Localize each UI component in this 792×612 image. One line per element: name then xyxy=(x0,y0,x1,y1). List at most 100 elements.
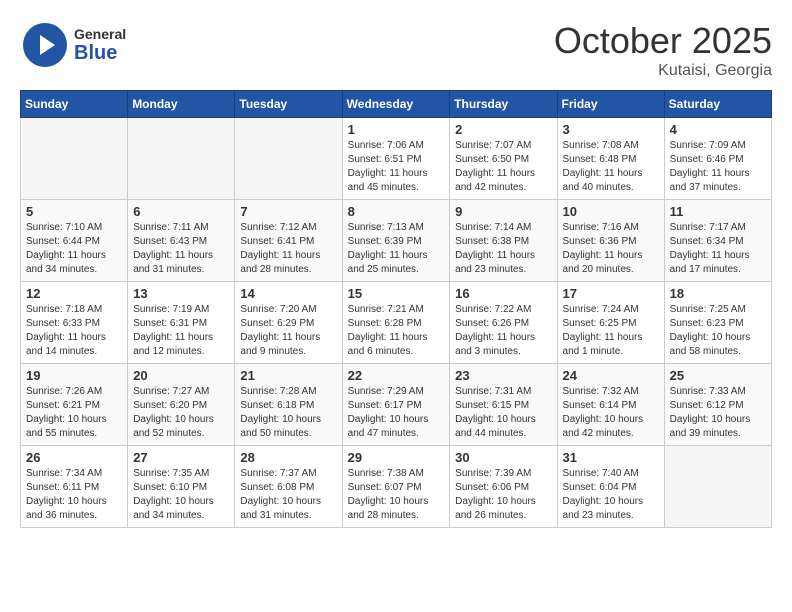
calendar-cell: 23 Sunrise: 7:31 AM Sunset: 6:15 PM Dayli… xyxy=(450,364,557,446)
calendar-cell: 6 Sunrise: 7:11 AM Sunset: 6:43 PM Daylig… xyxy=(128,200,235,282)
header-day-tuesday: Tuesday xyxy=(235,91,342,118)
calendar-cell: 14Sunrise: 7:20 AM Sunset: 6:29 PM Dayli… xyxy=(235,282,342,364)
calendar-cell: 18Sunrise: 7:25 AM Sunset: 6:23 PM Dayli… xyxy=(664,282,771,364)
day-info: Sunrise: 7:13 AM Sunset: 6:39 PM Dayligh… xyxy=(348,221,445,277)
day-number: 3 xyxy=(563,122,659,137)
calendar-cell: 10Sunrise: 7:16 AM Sunset: 6:36 PM Dayli… xyxy=(557,200,664,282)
calendar-cell: 5 Sunrise: 7:10 AM Sunset: 6:44 PM Daylig… xyxy=(21,200,128,282)
calendar-cell: 8 Sunrise: 7:13 AM Sunset: 6:39 PM Daylig… xyxy=(342,200,450,282)
day-number: 19 xyxy=(26,368,122,383)
day-number: 28 xyxy=(240,450,336,465)
calendar-cell: 19Sunrise: 7:26 AM Sunset: 6:21 PM Dayli… xyxy=(21,364,128,446)
day-info: Sunrise: 7:22 AM Sunset: 6:26 PM Dayligh… xyxy=(455,303,551,359)
day-number: 24 xyxy=(563,368,659,383)
calendar-cell: 28 Sunrise: 7:37 AM Sunset: 6:08 PM Dayli… xyxy=(235,446,342,528)
calendar-cell: 29Sunrise: 7:38 AM Sunset: 6:07 PM Dayli… xyxy=(342,446,450,528)
day-info: Sunrise: 7:09 AM Sunset: 6:46 PM Dayligh… xyxy=(670,139,766,195)
day-number: 13 xyxy=(133,286,229,301)
day-number: 26 xyxy=(26,450,122,465)
calendar-cell: 17 Sunrise: 7:24 AM Sunset: 6:25 PM Dayli… xyxy=(557,282,664,364)
calendar-cell: 24 Sunrise: 7:32 AM Sunset: 6:14 PM Dayli… xyxy=(557,364,664,446)
day-number: 14 xyxy=(240,286,336,301)
calendar-cell: 26 Sunrise: 7:34 AM Sunset: 6:11 PM Dayli… xyxy=(21,446,128,528)
logo-general: General xyxy=(74,26,126,42)
day-info: Sunrise: 7:31 AM Sunset: 6:15 PM Dayligh… xyxy=(455,385,551,441)
calendar-cell xyxy=(21,118,128,200)
day-number: 16 xyxy=(455,286,551,301)
day-info: Sunrise: 7:11 AM Sunset: 6:43 PM Dayligh… xyxy=(133,221,229,277)
header-day-monday: Monday xyxy=(128,91,235,118)
day-number: 11 xyxy=(670,204,766,219)
day-number: 22 xyxy=(348,368,445,383)
day-number: 31 xyxy=(563,450,659,465)
calendar-cell: 15 Sunrise: 7:21 AM Sunset: 6:28 PM Dayli… xyxy=(342,282,450,364)
day-info: Sunrise: 7:37 AM Sunset: 6:08 PM Dayligh… xyxy=(240,467,336,523)
day-number: 30 xyxy=(455,450,551,465)
calendar-cell: 7 Sunrise: 7:12 AM Sunset: 6:41 PM Daylig… xyxy=(235,200,342,282)
day-info: Sunrise: 7:35 AM Sunset: 6:10 PM Dayligh… xyxy=(133,467,229,523)
day-info: Sunrise: 7:06 AM Sunset: 6:51 PM Dayligh… xyxy=(348,139,445,195)
day-number: 4 xyxy=(670,122,766,137)
day-number: 10 xyxy=(563,204,659,219)
week-row-1: 1 Sunrise: 7:06 AM Sunset: 6:51 PM Daylig… xyxy=(21,118,772,200)
day-number: 15 xyxy=(348,286,445,301)
day-info: Sunrise: 7:34 AM Sunset: 6:11 PM Dayligh… xyxy=(26,467,122,523)
day-info: Sunrise: 7:12 AM Sunset: 6:41 PM Dayligh… xyxy=(240,221,336,277)
day-number: 6 xyxy=(133,204,229,219)
calendar-cell: 20Sunrise: 7:27 AM Sunset: 6:20 PM Dayli… xyxy=(128,364,235,446)
day-info: Sunrise: 7:18 AM Sunset: 6:33 PM Dayligh… xyxy=(26,303,122,359)
header-day-saturday: Saturday xyxy=(664,91,771,118)
day-info: Sunrise: 7:10 AM Sunset: 6:44 PM Dayligh… xyxy=(26,221,122,277)
day-info: Sunrise: 7:21 AM Sunset: 6:28 PM Dayligh… xyxy=(348,303,445,359)
calendar-cell: 9Sunrise: 7:14 AM Sunset: 6:38 PM Daylig… xyxy=(450,200,557,282)
day-info: Sunrise: 7:32 AM Sunset: 6:14 PM Dayligh… xyxy=(563,385,659,441)
calendar-cell: 22 Sunrise: 7:29 AM Sunset: 6:17 PM Dayli… xyxy=(342,364,450,446)
month-title: October 2025 xyxy=(554,20,772,62)
logo: General Blue xyxy=(20,20,126,70)
day-info: Sunrise: 7:29 AM Sunset: 6:17 PM Dayligh… xyxy=(348,385,445,441)
week-row-2: 5 Sunrise: 7:10 AM Sunset: 6:44 PM Daylig… xyxy=(21,200,772,282)
day-number: 21 xyxy=(240,368,336,383)
calendar-cell: 11 Sunrise: 7:17 AM Sunset: 6:34 PM Dayli… xyxy=(664,200,771,282)
day-number: 5 xyxy=(26,204,122,219)
day-info: Sunrise: 7:39 AM Sunset: 6:06 PM Dayligh… xyxy=(455,467,551,523)
header-day-thursday: Thursday xyxy=(450,91,557,118)
day-number: 8 xyxy=(348,204,445,219)
day-info: Sunrise: 7:07 AM Sunset: 6:50 PM Dayligh… xyxy=(455,139,551,195)
day-info: Sunrise: 7:08 AM Sunset: 6:48 PM Dayligh… xyxy=(563,139,659,195)
calendar-table: SundayMondayTuesdayWednesdayThursdayFrid… xyxy=(20,90,772,528)
day-info: Sunrise: 7:25 AM Sunset: 6:23 PM Dayligh… xyxy=(670,303,766,359)
location-title: Kutaisi, Georgia xyxy=(554,62,772,80)
header-day-wednesday: Wednesday xyxy=(342,91,450,118)
logo-blue: Blue xyxy=(74,42,126,65)
day-info: Sunrise: 7:40 AM Sunset: 6:04 PM Dayligh… xyxy=(563,467,659,523)
header-row: SundayMondayTuesdayWednesdayThursdayFrid… xyxy=(21,91,772,118)
page-header: General Blue October 2025 Kutaisi, Georg… xyxy=(20,20,772,80)
day-number: 7 xyxy=(240,204,336,219)
week-row-5: 26 Sunrise: 7:34 AM Sunset: 6:11 PM Dayli… xyxy=(21,446,772,528)
calendar-cell: 16 Sunrise: 7:22 AM Sunset: 6:26 PM Dayli… xyxy=(450,282,557,364)
day-info: Sunrise: 7:14 AM Sunset: 6:38 PM Dayligh… xyxy=(455,221,551,277)
header-day-friday: Friday xyxy=(557,91,664,118)
calendar-cell: 2 Sunrise: 7:07 AM Sunset: 6:50 PM Daylig… xyxy=(450,118,557,200)
calendar-cell: 27 Sunrise: 7:35 AM Sunset: 6:10 PM Dayli… xyxy=(128,446,235,528)
day-info: Sunrise: 7:24 AM Sunset: 6:25 PM Dayligh… xyxy=(563,303,659,359)
calendar-cell: 21Sunrise: 7:28 AM Sunset: 6:18 PM Dayli… xyxy=(235,364,342,446)
title-block: October 2025 Kutaisi, Georgia xyxy=(554,20,772,80)
day-number: 27 xyxy=(133,450,229,465)
day-number: 29 xyxy=(348,450,445,465)
day-number: 17 xyxy=(563,286,659,301)
calendar-cell: 13Sunrise: 7:19 AM Sunset: 6:31 PM Dayli… xyxy=(128,282,235,364)
calendar-cell: 30 Sunrise: 7:39 AM Sunset: 6:06 PM Dayli… xyxy=(450,446,557,528)
day-number: 23 xyxy=(455,368,551,383)
calendar-body: 1 Sunrise: 7:06 AM Sunset: 6:51 PM Daylig… xyxy=(21,118,772,528)
calendar-cell: 31 Sunrise: 7:40 AM Sunset: 6:04 PM Dayli… xyxy=(557,446,664,528)
day-number: 20 xyxy=(133,368,229,383)
week-row-4: 19Sunrise: 7:26 AM Sunset: 6:21 PM Dayli… xyxy=(21,364,772,446)
calendar-cell: 25Sunrise: 7:33 AM Sunset: 6:12 PM Dayli… xyxy=(664,364,771,446)
day-info: Sunrise: 7:17 AM Sunset: 6:34 PM Dayligh… xyxy=(670,221,766,277)
day-number: 1 xyxy=(348,122,445,137)
day-number: 2 xyxy=(455,122,551,137)
week-row-3: 12Sunrise: 7:18 AM Sunset: 6:33 PM Dayli… xyxy=(21,282,772,364)
calendar-cell: 3 Sunrise: 7:08 AM Sunset: 6:48 PM Daylig… xyxy=(557,118,664,200)
